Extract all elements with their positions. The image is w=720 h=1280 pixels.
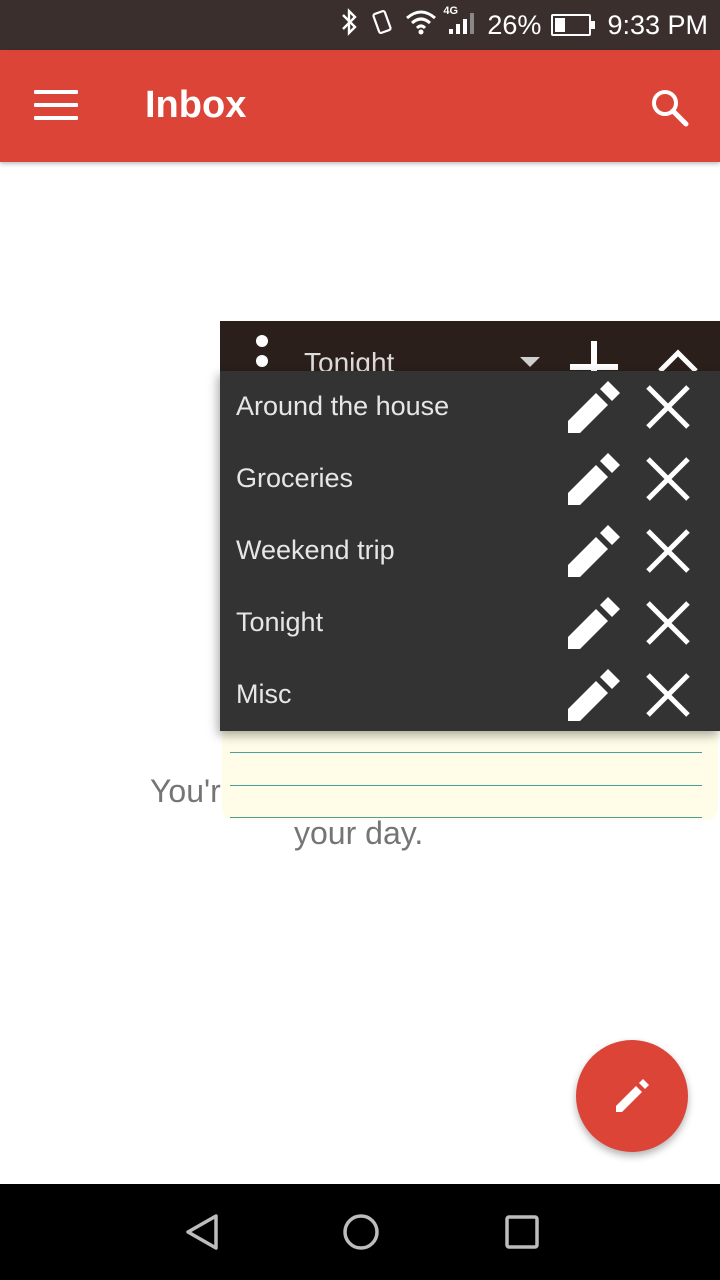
add-icon[interactable] <box>568 337 620 373</box>
delete-x-icon[interactable] <box>642 669 694 721</box>
edit-pencil-icon[interactable] <box>564 377 624 437</box>
notepad-rule <box>230 785 702 786</box>
home-icon[interactable] <box>341 1212 381 1252</box>
page-title: Inbox <box>145 84 247 126</box>
notepad-rule <box>230 817 702 818</box>
overflow-icon[interactable] <box>250 333 274 373</box>
dropdown-arrow-icon[interactable] <box>520 357 540 367</box>
delete-x-icon[interactable] <box>642 597 694 649</box>
network-type: 4G <box>443 4 459 17</box>
selected-list-title[interactable]: Tonight <box>304 347 394 373</box>
list-item-label: Tonight <box>236 607 324 637</box>
edit-pencil-icon[interactable] <box>564 521 624 581</box>
delete-x-icon[interactable] <box>642 381 694 433</box>
bluetooth-icon <box>339 7 359 43</box>
empty-state-line-1: You'r <box>150 773 221 809</box>
collapse-icon[interactable] <box>656 345 700 373</box>
back-icon[interactable] <box>182 1212 222 1252</box>
edit-pencil-icon[interactable] <box>564 665 624 725</box>
compose-button[interactable] <box>576 1040 688 1152</box>
list-dropdown-menu: Around the house Groceries Weekend trip Ton… <box>220 371 720 731</box>
navigation-bar <box>0 1184 720 1280</box>
edit-pencil-icon[interactable] <box>564 593 624 653</box>
battery-icon <box>551 14 596 36</box>
wifi-icon <box>405 9 437 42</box>
delete-x-icon[interactable] <box>642 525 694 577</box>
status-bar: 4G 26% 9:33 PM <box>0 0 720 50</box>
search-icon[interactable] <box>648 86 692 130</box>
list-item[interactable]: Around the house <box>220 371 720 443</box>
notepad-rule <box>230 752 702 753</box>
notepad-area[interactable] <box>222 728 718 820</box>
list-item-label: Misc <box>236 679 292 709</box>
signal-icon: 4G <box>443 5 477 42</box>
widget-header: Tonight <box>220 321 720 373</box>
list-item[interactable]: Groceries <box>220 443 720 515</box>
list-item[interactable]: Tonight <box>220 587 720 659</box>
list-item[interactable]: Weekend trip <box>220 515 720 587</box>
list-item-label: Groceries <box>236 463 354 493</box>
list-item[interactable]: Misc <box>220 659 720 731</box>
pencil-icon <box>616 1079 649 1112</box>
list-item-label: Weekend trip <box>236 535 395 565</box>
battery-percent: 26% <box>487 9 542 40</box>
list-item-label: Around the house <box>236 391 450 421</box>
delete-x-icon[interactable] <box>642 453 694 505</box>
edit-pencil-icon[interactable] <box>564 449 624 509</box>
app-bar: Inbox <box>0 50 720 162</box>
hamburger-menu-icon[interactable] <box>34 90 78 122</box>
vibrate-icon <box>369 8 395 43</box>
recents-icon[interactable] <box>502 1212 542 1252</box>
clock: 9:33 PM <box>607 9 708 40</box>
